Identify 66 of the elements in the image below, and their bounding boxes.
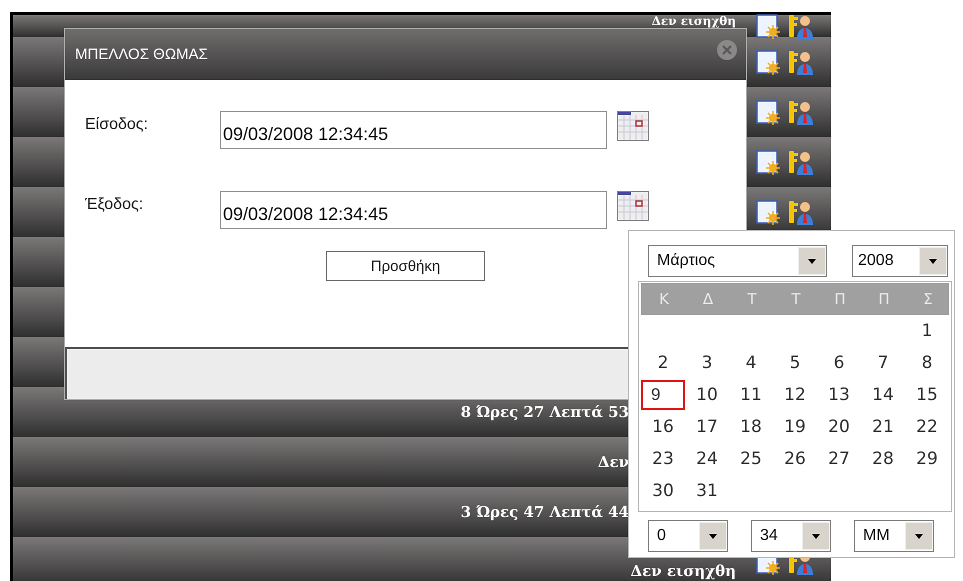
calendar-day[interactable]: 13 [817,380,861,410]
caret-icon [802,522,830,550]
calendar-day[interactable]: 30 [641,476,685,506]
weekday-label: Π [877,290,891,308]
dialog-title: ΜΠΕΛΛΟΣ ΘΩΜΑΣ [75,46,208,63]
calendar-icon[interactable] [617,191,649,221]
calendar-day[interactable]: 21 [861,412,905,442]
calendar-day[interactable]: 26 [773,444,817,474]
calendar-icon[interactable] [617,111,649,141]
status-text: Δεν εισηχθη [630,562,736,580]
status-text: 8 Ώρες 27 Λεπτά 53 [460,403,629,421]
weekday-label: Τ [746,290,758,308]
calendar-day[interactable]: 12 [773,380,817,410]
calendar-day[interactable]: 20 [817,412,861,442]
date-time-field[interactable]: 09/03/2008 12:34:45 [220,191,607,229]
weekday-label: Τ [790,290,802,308]
calendar-day[interactable]: 15 [905,380,949,410]
status-text: 3 Ώρες 47 Λεπτά 44 [460,503,629,521]
calendar-day[interactable]: 19 [773,412,817,442]
caret-icon [905,522,933,550]
calendar-day[interactable]: 18 [729,412,773,442]
hour-select[interactable]: 0 [648,520,728,552]
calendar-day[interactable]: 25 [729,444,773,474]
period-select[interactable]: MM [854,520,934,552]
key-user-icon[interactable] [787,199,813,225]
weekday-label: Π [833,290,847,308]
weekday-label: Σ [922,290,934,308]
calendar-day[interactable]: 24 [685,444,729,474]
calendar-day[interactable]: 17 [685,412,729,442]
calendar-day[interactable]: 4 [729,348,773,378]
calendar-day[interactable]: 9 [641,380,685,410]
weekday-label: Δ [702,290,714,308]
field-label: Είσοδος: [84,116,149,134]
caret-icon [798,247,826,275]
minute-select[interactable]: 34 [751,520,831,552]
calendar-day[interactable]: 23 [641,444,685,474]
calendar-day[interactable]: 31 [685,476,729,506]
caret-icon [699,522,727,550]
caret-icon [919,247,947,275]
calendar-day[interactable]: 7 [861,348,905,378]
key-user-icon[interactable] [787,13,813,39]
calendar-day[interactable]: 22 [905,412,949,442]
calendar-day[interactable]: 14 [861,380,905,410]
year-select[interactable]: 2008 [852,245,948,277]
field-label: Έξοδος: [84,196,144,214]
calendar-day[interactable]: 27 [817,444,861,474]
calendar-day[interactable]: 1 [905,316,949,346]
calendar-day[interactable]: 28 [861,444,905,474]
calendar-day[interactable]: 16 [641,412,685,442]
status-text: Δεν εισηχθη [652,15,736,27]
calendar-day[interactable]: 10 [685,380,729,410]
month-select[interactable]: Μάρτιος [648,245,827,277]
key-user-icon[interactable] [787,99,813,125]
calendar-day[interactable]: 8 [905,348,949,378]
calendar-day[interactable]: 29 [905,444,949,474]
calendar-day[interactable]: 6 [817,348,861,378]
calendar-day[interactable]: 3 [685,348,729,378]
date-time-field[interactable]: 09/03/2008 12:34:45 [220,111,607,149]
key-user-icon[interactable] [787,149,813,175]
calendar-day[interactable]: 5 [773,348,817,378]
weekday-label: Κ [658,290,670,308]
key-user-icon[interactable] [787,49,813,75]
status-text: Δεν [598,453,629,471]
calendar-day[interactable]: 11 [729,380,773,410]
calendar-day[interactable]: 2 [641,348,685,378]
add-button[interactable]: Προσθήκη [326,251,485,281]
